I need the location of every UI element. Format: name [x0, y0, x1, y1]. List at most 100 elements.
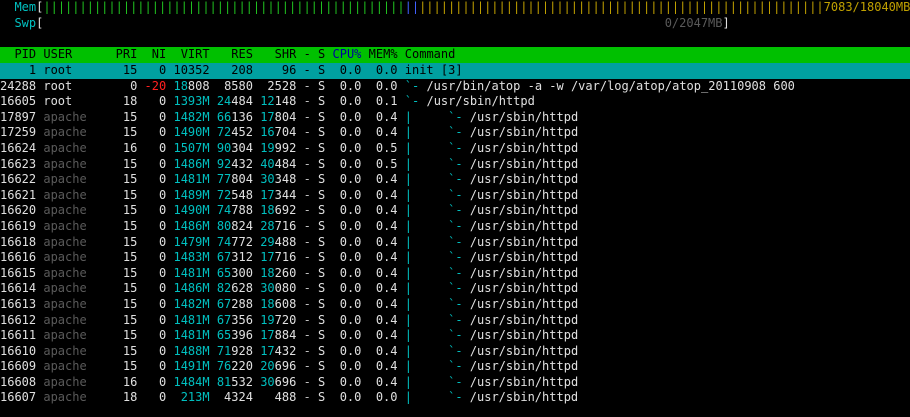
cpu-cell: 0.0 — [339, 359, 362, 374]
process-row[interactable]: 16618 apache 15 0 1479M 74772 29488 - S … — [0, 235, 910, 251]
user-cell: apache — [43, 218, 109, 233]
process-row[interactable]: 16622 apache 15 0 1481M 77804 30348 - S … — [0, 172, 910, 188]
user-cell: apache — [43, 172, 109, 187]
process-row[interactable]: 16605 root 18 0 1393M 24484 12148 - S 0.… — [0, 94, 910, 110]
process-row[interactable]: 16612 apache 15 0 1481M 67356 19720 - S … — [0, 313, 910, 329]
cpu-cell: 0.0 — [339, 265, 362, 280]
process-row[interactable]: 16611 apache 15 0 1481M 65396 17884 - S … — [0, 328, 910, 344]
col-pri[interactable]: PRI — [116, 47, 138, 61]
ni-cell: 0 — [144, 359, 167, 374]
process-row[interactable]: 17897 apache 15 0 1482M 66136 17804 - S … — [0, 110, 910, 126]
state-cell: S — [318, 374, 326, 389]
process-row[interactable]: 16609 apache 15 0 1491M 76220 20696 - S … — [0, 359, 910, 375]
tree-branch: | `- — [404, 281, 470, 296]
process-row[interactable]: 16623 apache 15 0 1486M 92432 40484 - S … — [0, 157, 910, 173]
cpu-cell: 0.0 — [339, 109, 362, 124]
pri-cell: 15 — [115, 296, 138, 311]
command-cell: /usr/sbin/httpd — [469, 187, 579, 202]
pri-cell: 15 — [115, 63, 138, 77]
process-row[interactable]: 16621 apache 15 0 1489M 72548 17344 - S … — [0, 188, 910, 204]
virt-cell: 1507M — [173, 140, 210, 155]
res-cell: 208 — [216, 63, 253, 77]
res-cell: 81532 — [216, 374, 253, 389]
process-row[interactable]: 16615 apache 15 0 1481M 65300 18260 - S … — [0, 266, 910, 282]
tree-branch: `- — [404, 78, 427, 93]
tree-branch: | `- — [404, 359, 470, 374]
mem-cell: 0.0 — [375, 63, 398, 77]
virt-cell: 1484M — [173, 374, 210, 389]
ni-cell: -20 — [144, 78, 167, 93]
state-cell: S — [318, 109, 326, 124]
tree-branch: | `- — [404, 140, 470, 155]
ni-cell: 0 — [144, 140, 167, 155]
pri-cell: 18 — [115, 390, 138, 405]
user-cell: apache — [43, 374, 109, 389]
pri-cell: 16 — [115, 374, 138, 389]
shr-cell: 18260 — [260, 265, 297, 280]
process-row[interactable]: 16624 apache 16 0 1507M 90304 19992 - S … — [0, 141, 910, 157]
column-header[interactable]: PID USER PRI NI VIRT RES SHR - S CPU% ME… — [0, 47, 910, 63]
meters-area: Mem[||||||||||||||||||||||||||||||||||||… — [14, 0, 910, 30]
virt-cell: 10352 — [173, 63, 210, 77]
pid-cell: 16616 — [0, 250, 37, 265]
cpu-cell: 0.0 — [339, 234, 362, 249]
pri-cell: 15 — [115, 203, 138, 218]
ni-cell: 0 — [144, 203, 167, 218]
mem-cell: 0.4 — [375, 265, 398, 280]
process-row[interactable]: 16610 apache 15 0 1488M 71928 17432 - S … — [0, 344, 910, 360]
process-row[interactable]: 1 root 15 0 10352 208 96 - S 0.0 0.0 ini… — [0, 63, 910, 79]
ni-cell: 0 — [144, 281, 167, 296]
process-row[interactable]: 16608 apache 16 0 1484M 81532 30696 - S … — [0, 375, 910, 391]
process-row[interactable]: 16613 apache 15 0 1482M 67288 18608 - S … — [0, 297, 910, 313]
shr-cell: 30348 — [260, 172, 297, 187]
process-row[interactable]: 16614 apache 15 0 1486M 82628 30080 - S … — [0, 281, 910, 297]
pri-cell: 15 — [115, 312, 138, 327]
col-virt[interactable]: VIRT — [181, 47, 210, 61]
col-cpu[interactable]: CPU% — [333, 47, 362, 61]
virt-cell: 1393M — [173, 94, 210, 109]
virt-cell: 1491M — [173, 359, 210, 374]
mem-cell: 0.4 — [375, 343, 398, 358]
command-cell: /usr/sbin/httpd — [469, 234, 579, 249]
pri-cell: 15 — [115, 343, 138, 358]
col-ni[interactable]: NI — [152, 47, 166, 61]
cpu-cell: 0.0 — [339, 312, 362, 327]
process-row[interactable]: 16619 apache 15 0 1486M 80824 28716 - S … — [0, 219, 910, 235]
shr-cell: 17804 — [260, 109, 297, 124]
col-user[interactable]: USER — [43, 47, 72, 61]
col-pid[interactable]: PID — [14, 47, 36, 61]
process-row[interactable]: 24288 root 0 -20 18808 8580 2528 - S 0.0… — [0, 79, 910, 95]
process-row[interactable]: 17259 apache 15 0 1490M 72452 16704 - S … — [0, 125, 910, 141]
process-row[interactable]: 16620 apache 15 0 1490M 74788 18692 - S … — [0, 203, 910, 219]
shr-cell: 18692 — [260, 203, 297, 218]
virt-cell: 1481M — [173, 265, 210, 280]
shr-cell: 30080 — [260, 281, 297, 296]
user-cell: apache — [43, 140, 109, 155]
col-mem[interactable]: MEM% — [369, 47, 398, 61]
pid-cell: 16619 — [0, 218, 37, 233]
command-cell: /usr/sbin/httpd — [469, 156, 579, 171]
res-cell: 71928 — [216, 343, 253, 358]
state-cell: S — [318, 328, 326, 343]
virt-cell: 1481M — [173, 328, 210, 343]
cpu-cell: 0.0 — [339, 140, 362, 155]
pid-cell: 16613 — [0, 296, 37, 311]
user-cell: apache — [43, 312, 109, 327]
state-cell: S — [318, 281, 326, 296]
user-cell: root — [43, 78, 109, 93]
col-shr[interactable]: SHR — [275, 47, 297, 61]
pid-cell: 16605 — [0, 94, 37, 109]
col-command[interactable]: Command — [405, 47, 456, 61]
process-row[interactable]: 16616 apache 15 0 1483M 67312 17716 - S … — [0, 250, 910, 266]
process-row[interactable]: 16607 apache 18 0 213M 4324 488 - S 0.0 … — [0, 390, 910, 406]
mem-cell: 0.4 — [375, 218, 398, 233]
col-res[interactable]: RES — [231, 47, 253, 61]
user-cell: root — [43, 94, 109, 109]
shr-cell: 17884 — [260, 328, 297, 343]
process-list[interactable]: 1 root 15 0 10352 208 96 - S 0.0 0.0 ini… — [0, 63, 910, 406]
virt-cell: 1482M — [173, 109, 210, 124]
command-cell: /usr/sbin/httpd — [469, 328, 579, 343]
pid-cell: 16623 — [0, 156, 37, 171]
shr-cell: 28716 — [260, 218, 297, 233]
ni-cell: 0 — [144, 328, 167, 343]
